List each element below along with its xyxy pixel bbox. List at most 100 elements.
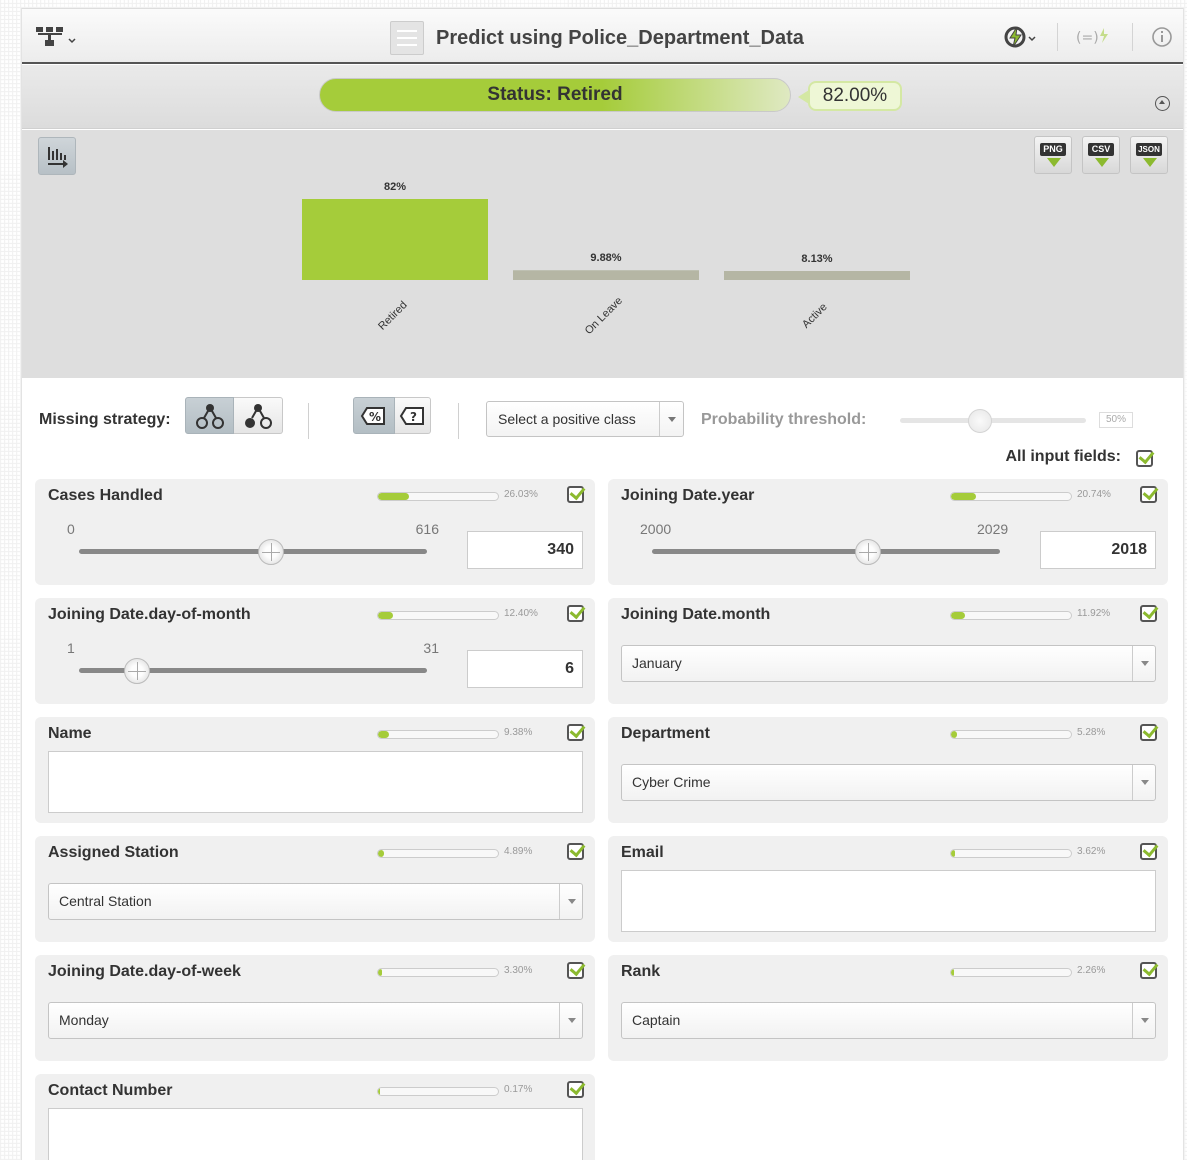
importance-fill	[951, 612, 966, 619]
formula-lightning-icon[interactable]: (=)	[1076, 24, 1114, 50]
range-slider-track[interactable]	[652, 549, 1000, 554]
confidence-badge: 82.00%	[798, 81, 902, 111]
download-csv-button[interactable]: CSV	[1082, 136, 1120, 174]
chevron-down-icon	[1132, 646, 1155, 681]
positive-class-select[interactable]: Select a positive class	[486, 401, 684, 437]
probability-threshold-track[interactable]	[900, 418, 1086, 423]
probability-chart: 82% Retired 9.88% On Leave 8.13% Active	[302, 181, 910, 337]
tree-node-icon	[195, 403, 224, 429]
select-value: Central Station	[59, 893, 152, 909]
prediction-panel: Predict using Police_Department_Data (=)	[21, 8, 1184, 1160]
select-value: Captain	[632, 1012, 681, 1028]
importance-value: 4.89%	[504, 846, 533, 857]
numeric-input[interactable]: 2018	[1040, 531, 1156, 569]
field-label: Assigned Station	[48, 844, 179, 861]
probability-threshold-label: Probability threshold:	[701, 411, 867, 428]
field-label: Joining Date.month	[621, 606, 771, 623]
svg-text:(=): (=)	[1076, 30, 1099, 46]
field-include-checkbox[interactable]	[1140, 486, 1157, 503]
importance-bar	[950, 611, 1072, 620]
chart-value-label: 8.13%	[801, 253, 832, 265]
download-arrow-icon	[1143, 158, 1157, 167]
field-include-checkbox[interactable]	[1140, 724, 1157, 741]
field-include-checkbox[interactable]	[1140, 962, 1157, 979]
range-slider-handle[interactable]	[855, 539, 882, 565]
range-slider-handle[interactable]	[124, 658, 151, 684]
text-input[interactable]	[48, 751, 583, 813]
importance-value: 12.40%	[504, 608, 538, 619]
field-include-checkbox[interactable]	[1140, 843, 1157, 860]
field-include-checkbox[interactable]	[567, 486, 584, 503]
value-select[interactable]: January	[621, 645, 1156, 682]
missing-strategy-toggle	[185, 397, 283, 434]
select-value: Cyber Crime	[632, 774, 711, 790]
field-include-checkbox[interactable]	[567, 605, 584, 622]
model-tree-icon[interactable]	[36, 25, 84, 51]
field-include-checkbox[interactable]	[567, 843, 584, 860]
field-email: Email 3.62%	[608, 836, 1168, 942]
text-input[interactable]	[621, 870, 1156, 932]
field-include-checkbox[interactable]	[1140, 605, 1157, 622]
text-input[interactable]	[48, 1108, 583, 1160]
range-slider-handle[interactable]	[258, 539, 285, 565]
range-max: 31	[423, 640, 439, 656]
field-contact-number: Contact Number 0.17%	[35, 1074, 595, 1160]
importance-bar	[377, 730, 499, 739]
download-arrow-icon	[1095, 158, 1109, 167]
field-include-checkbox[interactable]	[567, 724, 584, 741]
prediction-lightning-icon[interactable]	[1003, 24, 1039, 50]
download-json-label: JSON	[1136, 143, 1162, 156]
numeric-input[interactable]: 340	[467, 531, 583, 569]
importance-fill	[378, 1088, 381, 1095]
field-label: Department	[621, 725, 710, 742]
field-label: Joining Date.day-of-month	[48, 606, 251, 623]
probability-threshold-handle[interactable]	[968, 409, 992, 433]
importance-fill	[378, 850, 384, 857]
field-include-checkbox[interactable]	[567, 962, 584, 979]
field-name: Name 9.38%	[35, 717, 595, 823]
prediction-status-bar: Status: Retired 82.00%	[22, 65, 1183, 129]
importance-fill	[951, 731, 958, 738]
chart-category-label: Active	[800, 301, 830, 331]
header-bar: Predict using Police_Department_Data (=)	[22, 8, 1183, 64]
chevron-down-icon	[659, 402, 683, 436]
svg-text:?: ?	[410, 410, 417, 424]
value-select[interactable]: Captain	[621, 1002, 1156, 1039]
status-pill: Status: Retired	[319, 78, 791, 112]
confidence-mode-button[interactable]: ?	[395, 397, 431, 434]
field-assigned-station: Assigned Station 4.89% Central Station	[35, 836, 595, 942]
chevron-down-icon	[559, 884, 582, 919]
chart-type-icon[interactable]	[38, 137, 76, 175]
proportional-strategy-button[interactable]	[234, 397, 283, 434]
importance-bar	[377, 492, 499, 501]
importance-value: 0.17%	[504, 1084, 533, 1095]
value-select[interactable]: Monday	[48, 1002, 583, 1039]
download-json-button[interactable]: JSON	[1130, 136, 1168, 174]
field-label: Cases Handled	[48, 487, 163, 504]
field-joining-date-day-of-week: Joining Date.day-of-week 3.30% Monday	[35, 955, 595, 1061]
collapse-icon[interactable]	[1155, 96, 1170, 111]
value-select[interactable]: Central Station	[48, 883, 583, 920]
chart-bar	[724, 271, 910, 280]
download-arrow-icon	[1047, 158, 1061, 167]
field-label: Contact Number	[48, 1082, 173, 1099]
range-slider-track[interactable]	[79, 549, 427, 554]
last-prediction-strategy-button[interactable]	[185, 397, 234, 434]
numeric-input[interactable]: 6	[467, 650, 583, 688]
field-joining-date-month: Joining Date.month 11.92% January	[608, 598, 1168, 704]
probability-mode-button[interactable]: %	[353, 397, 395, 434]
importance-fill	[378, 493, 410, 500]
importance-fill	[378, 731, 390, 738]
probability-threshold-value: 50%	[1099, 412, 1133, 428]
info-icon[interactable]	[1151, 24, 1173, 50]
field-department: Department 5.28% Cyber Crime	[608, 717, 1168, 823]
download-png-button[interactable]: PNG	[1034, 136, 1072, 174]
header-divider	[1132, 23, 1133, 51]
all-input-fields-checkbox[interactable]	[1136, 450, 1153, 467]
range-min: 0	[67, 521, 75, 537]
chart-category-label: On Leave	[583, 295, 625, 337]
value-select[interactable]: Cyber Crime	[621, 764, 1156, 801]
importance-bar	[950, 492, 1072, 501]
field-label: Joining Date.day-of-week	[48, 963, 241, 980]
field-include-checkbox[interactable]	[567, 1081, 584, 1098]
